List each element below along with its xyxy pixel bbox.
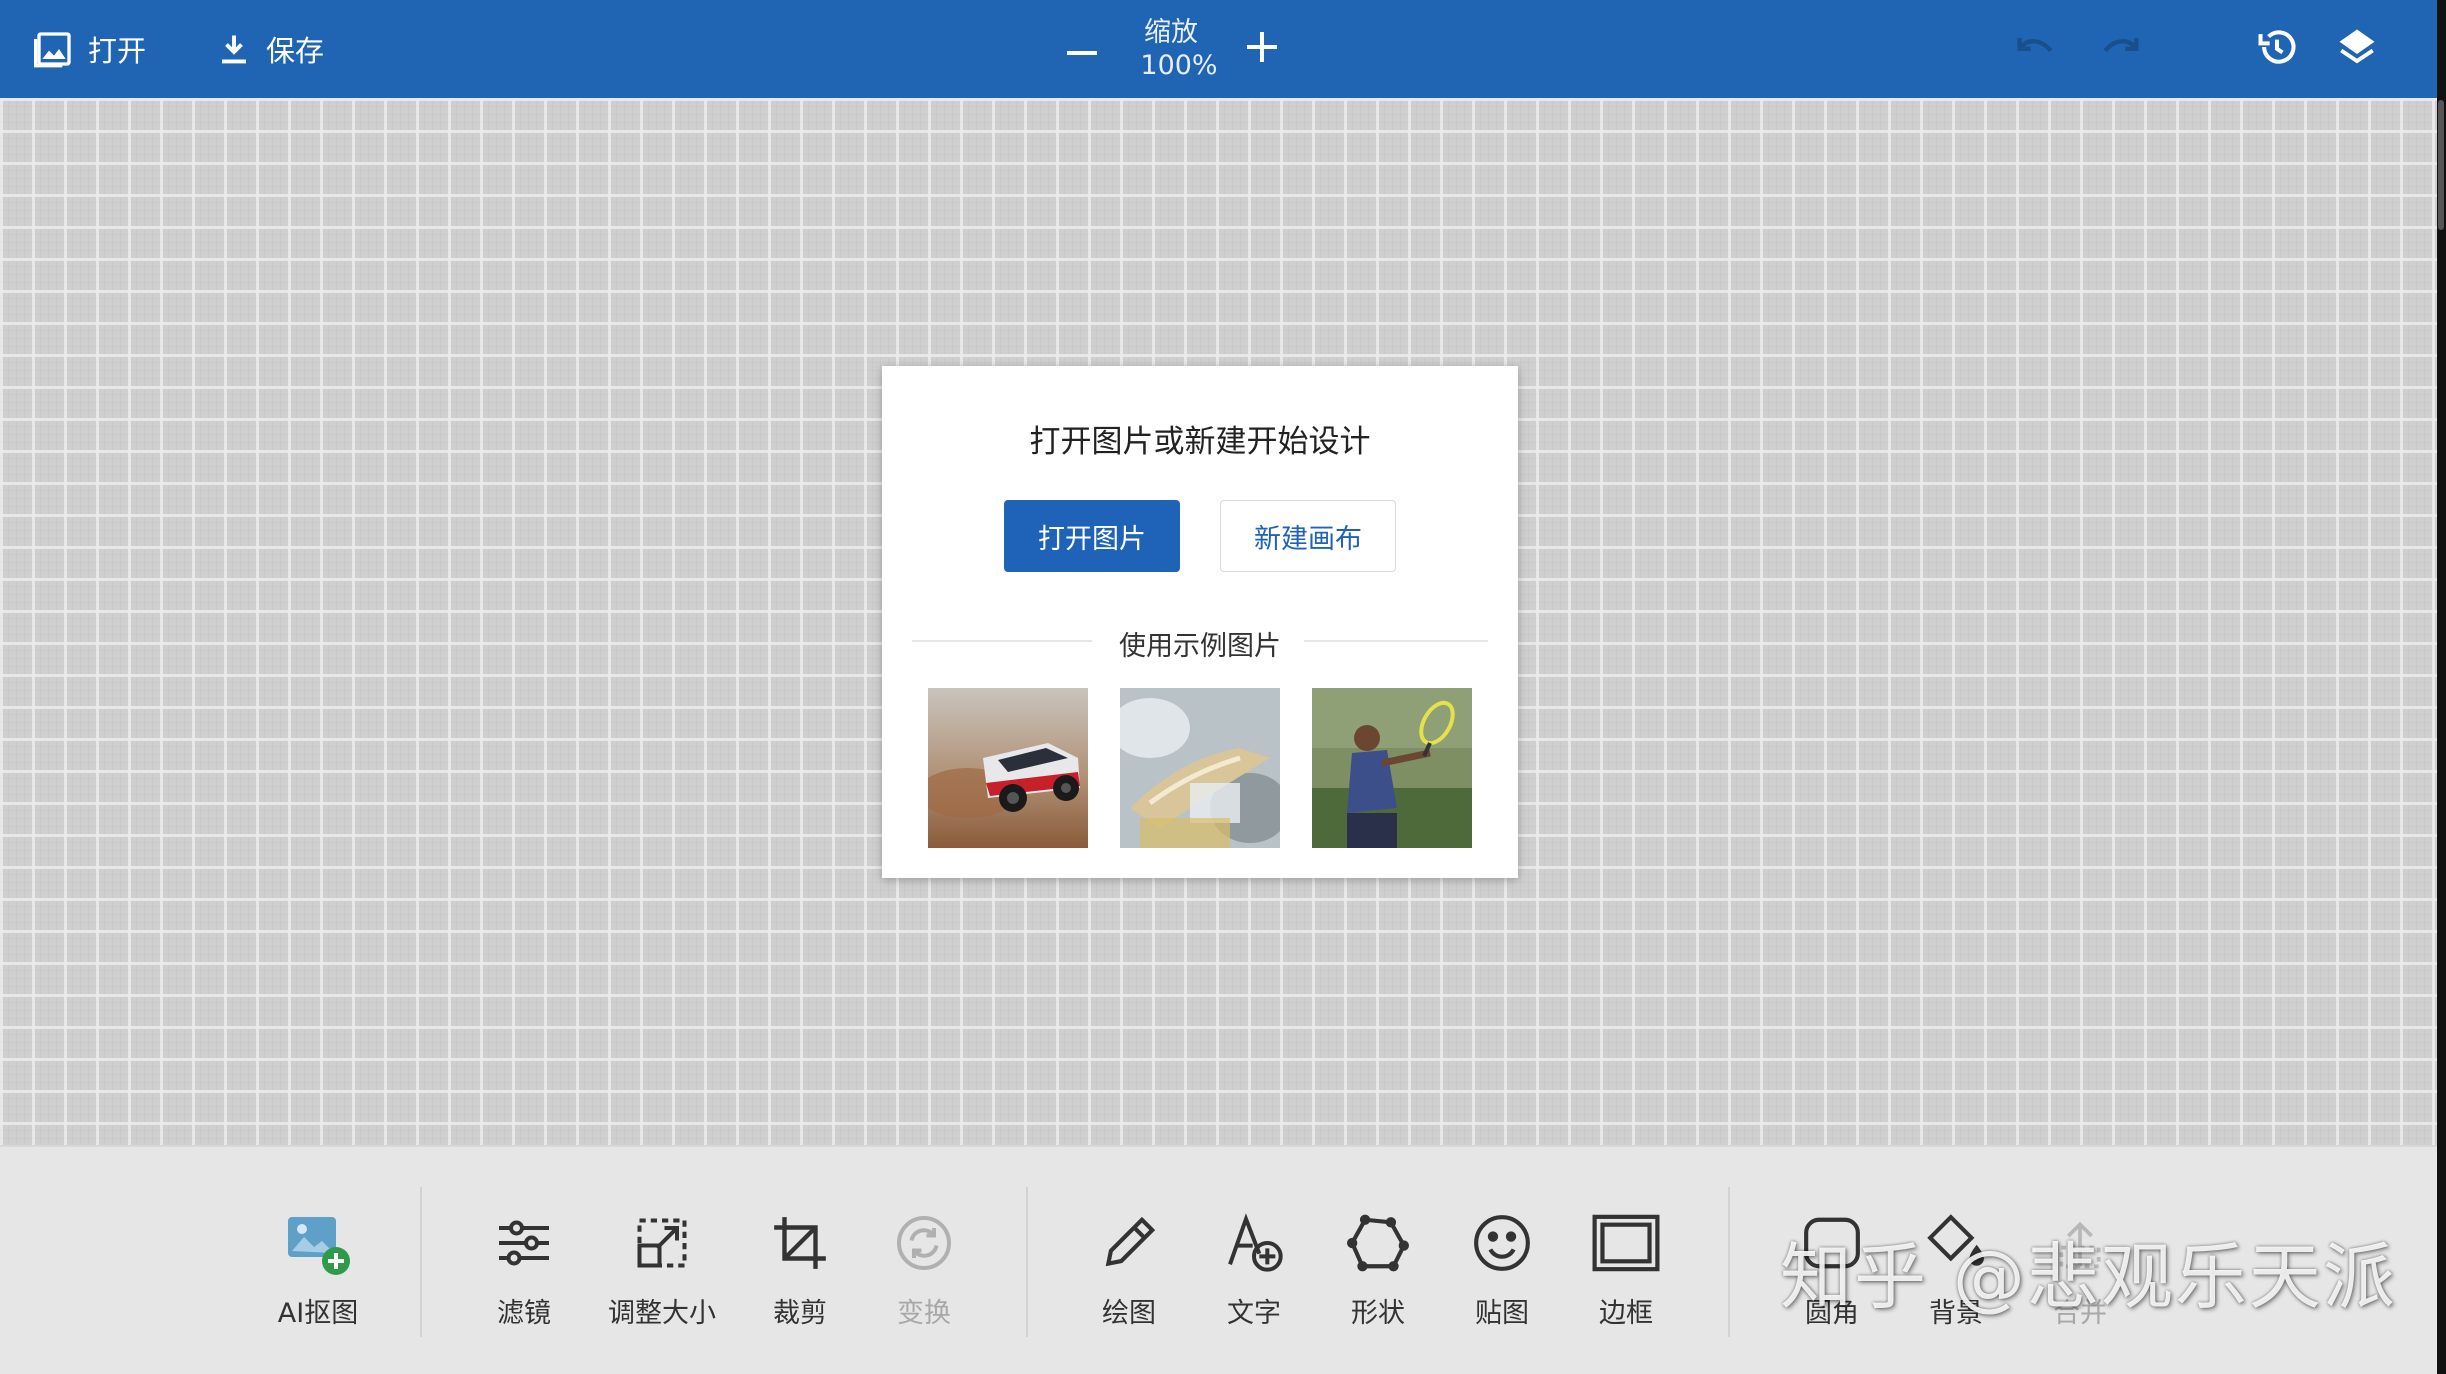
save-label: 保存	[266, 34, 325, 68]
crop-icon	[764, 1207, 836, 1279]
tool-label: 贴图	[1475, 1298, 1529, 1329]
zoom-in-button[interactable]	[1232, 29, 1292, 69]
tool-text[interactable]: 文字	[1189, 1207, 1319, 1357]
app-window: 打开 保存 缩放 100% 打开图片或新建开始设计 打开图片 新建画布 使用示例…	[0, 0, 2446, 1374]
watermark: 知乎 @悲观乐天派	[1780, 1235, 2397, 1319]
frame-icon	[1590, 1207, 1662, 1279]
plus-icon	[1247, 32, 1277, 66]
tool-ai-cutout[interactable]: AI抠图	[253, 1207, 383, 1357]
tool-label: 绘图	[1102, 1298, 1156, 1329]
tool-draw[interactable]: 绘图	[1064, 1207, 1194, 1357]
save-button[interactable]: 保存	[216, 0, 324, 98]
tool-transform[interactable]: 变换	[859, 1207, 989, 1357]
tool-resize[interactable]: 调整大小	[597, 1207, 727, 1357]
tool-label: 滤镜	[497, 1298, 551, 1329]
new-canvas-button[interactable]: 新建画布	[1220, 500, 1396, 572]
zoom-value: 100%	[1140, 50, 1218, 81]
ai-cutout-icon	[282, 1207, 354, 1279]
tool-shape[interactable]: 形状	[1313, 1207, 1443, 1357]
top-toolbar: 打开 保存 缩放 100%	[0, 0, 2437, 98]
sample-image-glass-bottle[interactable]	[1120, 688, 1280, 848]
redo-icon	[2096, 32, 2140, 66]
redo-button[interactable]	[2090, 24, 2146, 74]
sample-image-rally-car[interactable]	[928, 688, 1088, 848]
tool-filter[interactable]: 滤镜	[459, 1207, 589, 1357]
layers-icon	[2336, 25, 2378, 73]
sample-image-tennis-player[interactable]	[1312, 688, 1472, 848]
resize-icon	[626, 1207, 698, 1279]
toolbar-separator	[1026, 1187, 1028, 1337]
zoom-control: 缩放 100%	[1052, 0, 1292, 98]
sticker-icon	[1466, 1207, 1538, 1279]
dialog-title: 打开图片或新建开始设计	[1029, 424, 1371, 460]
shape-icon	[1342, 1207, 1414, 1279]
toolbar-separator	[1728, 1187, 1730, 1337]
tool-label: 文字	[1227, 1298, 1281, 1329]
pencil-icon	[1093, 1207, 1165, 1279]
tool-frame[interactable]: 边框	[1561, 1207, 1691, 1357]
transform-icon	[888, 1207, 960, 1279]
undo-icon	[2016, 32, 2060, 66]
tool-label: AI抠图	[277, 1298, 359, 1329]
undo-button[interactable]	[2010, 24, 2066, 74]
toolbar-separator	[420, 1187, 422, 1337]
scrollbar-thumb[interactable]	[2438, 100, 2444, 230]
layers-button[interactable]	[2332, 24, 2382, 74]
start-dialog: 打开图片或新建开始设计 打开图片 新建画布 使用示例图片	[882, 366, 1518, 878]
download-icon	[216, 29, 252, 69]
zoom-label: 缩放	[1144, 17, 1198, 48]
image-icon	[34, 29, 74, 69]
tool-label: 形状	[1351, 1298, 1405, 1329]
sample-images-label: 使用示例图片	[1119, 631, 1281, 662]
tool-crop[interactable]: 裁剪	[735, 1207, 865, 1357]
tool-label: 裁剪	[773, 1298, 827, 1329]
history-icon	[2255, 25, 2299, 73]
zoom-out-button[interactable]	[1052, 29, 1112, 69]
tool-label: 变换	[897, 1298, 951, 1329]
history-button[interactable]	[2252, 24, 2302, 74]
tool-label: 边框	[1599, 1298, 1653, 1329]
open-label: 打开	[88, 34, 147, 68]
tool-label: 调整大小	[608, 1298, 716, 1329]
text-icon	[1218, 1207, 1290, 1279]
sliders-icon	[488, 1207, 560, 1279]
tool-sticker[interactable]: 贴图	[1437, 1207, 1567, 1357]
open-button[interactable]: 打开	[34, 0, 146, 98]
divider-right	[1304, 640, 1488, 642]
open-image-button[interactable]: 打开图片	[1004, 500, 1180, 572]
minus-icon	[1067, 40, 1097, 59]
